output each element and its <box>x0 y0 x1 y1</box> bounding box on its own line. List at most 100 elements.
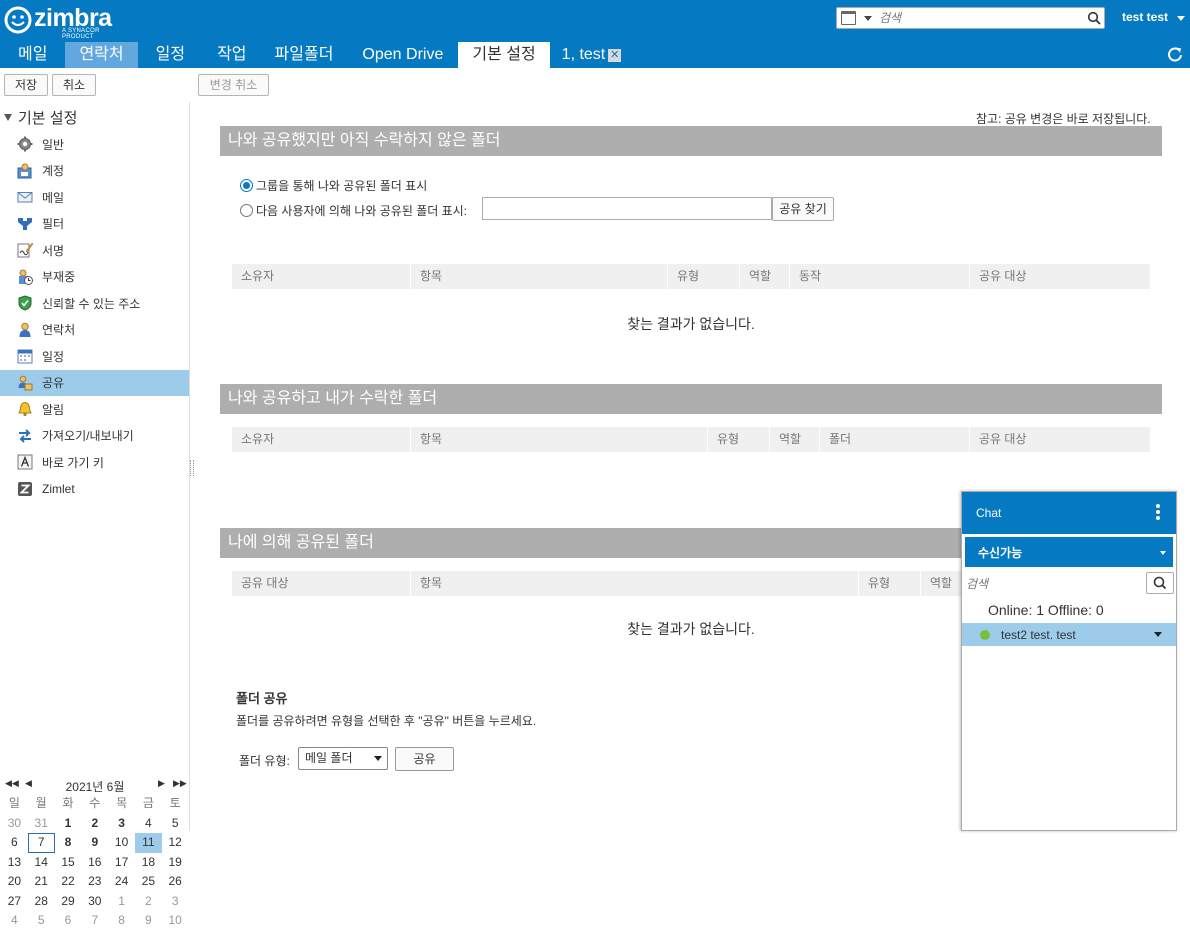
sidebar-item-signatures[interactable]: 서명 <box>0 237 189 264</box>
sidebar-item-filters[interactable]: 필터 <box>0 211 189 238</box>
sidebar-item-notifications[interactable]: 알림 <box>0 396 189 423</box>
mini-calendar-day[interactable]: 1 <box>108 892 135 912</box>
mini-calendar-day[interactable]: 16 <box>81 853 108 873</box>
column-header[interactable]: 항목 <box>410 264 707 289</box>
sidebar-item-general[interactable]: 일반 <box>0 131 189 158</box>
sidebar-item-trusted-addresses[interactable]: 신뢰할 수 있는 주소 <box>0 290 189 317</box>
mini-calendar-day[interactable]: 14 <box>28 853 55 873</box>
mini-calendar-day[interactable]: 3 <box>162 892 189 912</box>
save-button[interactable]: 저장 <box>4 74 48 96</box>
column-header[interactable]: 역할 <box>769 427 819 452</box>
radio-group-shares-button[interactable] <box>240 179 253 192</box>
refresh-icon[interactable] <box>1166 45 1184 63</box>
tab-briefcase[interactable]: 파일폴더 <box>261 42 348 68</box>
mini-calendar-day[interactable]: 9 <box>81 833 108 853</box>
user-menu-name[interactable]: test test <box>1122 10 1168 24</box>
zimbra-logo[interactable]: zimbra A SYNACOR PRODUCT <box>4 6 112 40</box>
preferences-tree-header[interactable]: 기본 설정 <box>4 107 77 128</box>
search-icon[interactable] <box>1087 11 1101 25</box>
mini-calendar-day[interactable]: 25 <box>135 872 162 892</box>
share-owner-input[interactable] <box>482 197 772 220</box>
chat-search[interactable]: 검색 <box>962 570 1176 596</box>
sidebar-item-contacts[interactable]: 연락처 <box>0 317 189 344</box>
mini-calendar-day[interactable]: 30 <box>1 814 28 834</box>
mini-calendar-day[interactable]: 4 <box>1 911 28 931</box>
tab-calendar[interactable]: 일정 <box>138 42 203 68</box>
column-header[interactable]: 소유자 <box>232 427 410 452</box>
mini-calendar-day[interactable]: 26 <box>162 872 189 892</box>
share-folder-button[interactable]: 공유 <box>395 747 454 771</box>
sidebar-splitter[interactable] <box>190 460 194 476</box>
sidebar-item-out-of-office[interactable]: 부재중 <box>0 264 189 291</box>
collapse-arrow-icon[interactable] <box>4 114 12 121</box>
folder-type-select[interactable]: 메일 폴더 <box>298 747 388 770</box>
column-header[interactable]: 동작 <box>789 264 969 289</box>
sidebar-item-accounts[interactable]: 계정 <box>0 158 189 185</box>
sidebar-item-sharing[interactable]: 공유 <box>0 369 189 396</box>
mini-calendar-day[interactable]: 13 <box>1 853 28 873</box>
search-input[interactable] <box>879 9 1079 27</box>
tab-contacts[interactable]: 연락처 <box>65 42 138 68</box>
tab-preferences[interactable]: 기본 설정 <box>458 42 550 68</box>
mini-calendar-day[interactable]: 6 <box>55 911 82 931</box>
more-options-icon[interactable] <box>1156 504 1160 522</box>
tab-test-item[interactable]: 1, test ✕ <box>550 42 634 68</box>
chat-contact-item[interactable]: test2 test. test <box>962 623 1176 646</box>
mini-calendar-day[interactable]: 24 <box>108 872 135 892</box>
search-scope-dropdown-icon[interactable] <box>864 16 872 21</box>
close-tab-icon[interactable]: ✕ <box>608 49 622 62</box>
mini-calendar-day[interactable]: 23 <box>81 872 108 892</box>
mini-calendar-day[interactable]: 5 <box>28 911 55 931</box>
column-header[interactable]: 항목 <box>410 571 858 596</box>
chevron-down-icon[interactable] <box>1154 632 1162 637</box>
column-header[interactable]: 폴더 <box>819 427 969 452</box>
next-month-icon[interactable]: ▶ <box>158 778 165 789</box>
mini-calendar-day[interactable]: 5 <box>162 814 189 834</box>
column-header[interactable]: 공유 대상 <box>232 571 410 596</box>
mini-calendar-day[interactable]: 3 <box>108 814 135 834</box>
tab-mail[interactable]: 메일 <box>0 42 65 68</box>
mini-calendar-day[interactable]: 4 <box>135 814 162 834</box>
mini-calendar-day[interactable]: 1 <box>55 814 82 834</box>
column-header[interactable]: 항목 <box>410 427 707 452</box>
mini-calendar-day[interactable]: 10 <box>162 911 189 931</box>
mini-calendar-day[interactable]: 12 <box>162 833 189 853</box>
sidebar-item-zimlets[interactable]: Zimlet <box>0 476 189 503</box>
radio-user-shares-button[interactable] <box>240 204 253 217</box>
sidebar-item-calendar[interactable]: 일정 <box>0 343 189 370</box>
mini-calendar-day[interactable]: 8 <box>55 833 82 853</box>
chat-search-button[interactable] <box>1146 572 1174 594</box>
column-header[interactable]: 유형 <box>707 427 769 452</box>
sidebar-item-shortcuts[interactable]: 바로 가기 키 <box>0 449 189 476</box>
sidebar-item-mail[interactable]: 메일 <box>0 184 189 211</box>
mini-calendar-day[interactable]: 7 <box>27 833 55 853</box>
column-header[interactable]: 소유자 <box>232 264 410 289</box>
column-header[interactable]: 유형 <box>667 264 727 289</box>
mini-calendar-day[interactable]: 22 <box>55 872 82 892</box>
column-header[interactable]: 역할 <box>739 264 789 289</box>
tab-open-drive[interactable]: Open Drive <box>347 42 458 68</box>
revert-changes-button[interactable]: 변경 취소 <box>198 74 269 96</box>
search-scope-calendar-icon[interactable] <box>841 11 856 25</box>
column-header[interactable]: 공유 대상 <box>969 264 1150 289</box>
column-header[interactable]: 유형 <box>858 571 920 596</box>
mini-calendar-day[interactable]: 19 <box>162 853 189 873</box>
mini-calendar-day[interactable]: 21 <box>28 872 55 892</box>
chat-presence-dropdown[interactable]: 수신가능 <box>964 536 1174 568</box>
mini-calendar-day[interactable]: 10 <box>108 833 135 853</box>
find-shares-button[interactable]: 공유 찾기 <box>772 197 834 221</box>
mini-calendar-day[interactable]: 28 <box>28 892 55 912</box>
mini-calendar-day[interactable]: 8 <box>108 911 135 931</box>
mini-calendar-day[interactable]: 2 <box>135 892 162 912</box>
mini-calendar-day[interactable]: 31 <box>28 814 55 834</box>
mini-calendar-day[interactable]: 18 <box>135 853 162 873</box>
mini-calendar-day[interactable]: 27 <box>1 892 28 912</box>
radio-group-shares[interactable]: 그룹을 통해 나와 공유된 폴더 표시 <box>240 177 427 194</box>
mini-calendar-day[interactable]: 6 <box>1 833 28 853</box>
mini-calendar-day[interactable]: 20 <box>1 872 28 892</box>
sidebar-item-import-export[interactable]: 가져오기/내보내기 <box>0 423 189 450</box>
mini-calendar-day[interactable]: 2 <box>81 814 108 834</box>
mini-calendar-day[interactable]: 11 <box>134 833 162 853</box>
cancel-button[interactable]: 취소 <box>52 74 96 96</box>
mini-calendar-day[interactable]: 17 <box>108 853 135 873</box>
